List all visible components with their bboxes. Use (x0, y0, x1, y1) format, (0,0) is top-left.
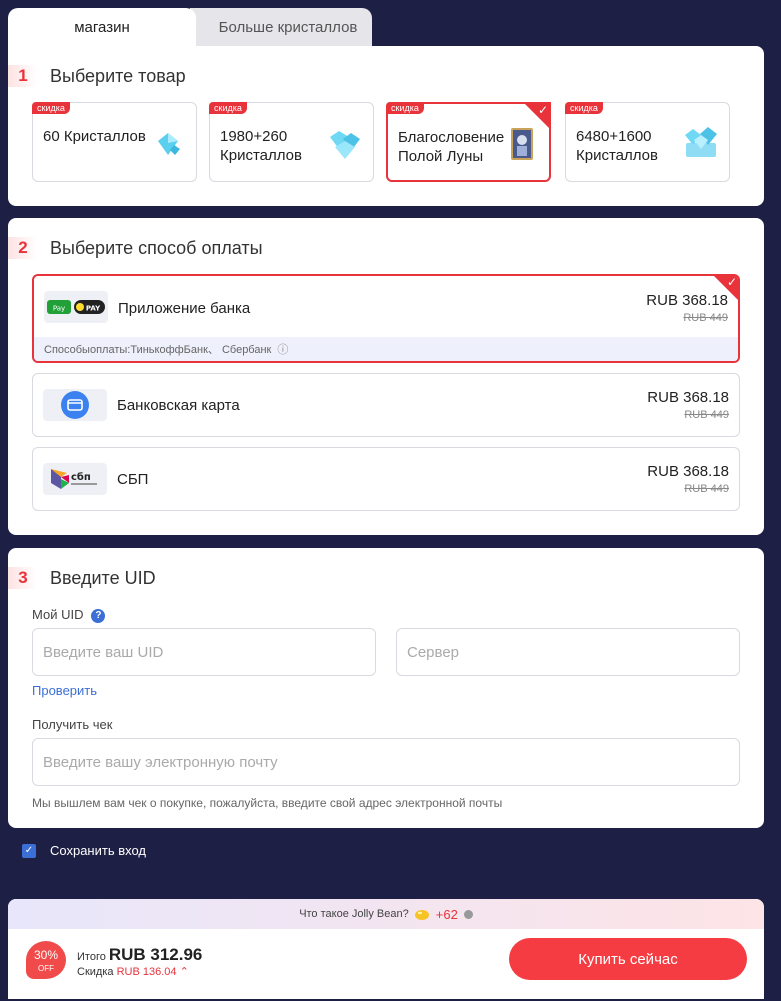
moon-blessing-card-icon (511, 128, 533, 160)
section-title: Выберите товар (50, 65, 186, 86)
svg-text:Pay: Pay (53, 305, 65, 313)
email-input[interactable]: Введите вашу электронную почту (32, 738, 740, 786)
receipt-label: Получить чек (32, 717, 113, 732)
buy-now-button[interactable]: Купить сейчас (509, 938, 747, 980)
uid-input[interactable]: Введите ваш UID (32, 628, 376, 676)
payment-price: RUB 368.18 (647, 463, 729, 480)
product-name: Благословение Полой Луны (398, 129, 505, 165)
payment-section: 2 Выберите способ оплаты Pay PAY Приложе… (8, 218, 764, 535)
total-value: RUB 312.96 (108, 945, 203, 964)
discount-badge: скидка (386, 102, 424, 114)
section-title: Введите UID (50, 567, 156, 588)
remember-login[interactable]: ✓ Сохранить вход (22, 843, 146, 858)
payment-option-bank-app[interactable]: Pay PAY Приложение банка RUB 368.18 RUB … (32, 274, 740, 363)
section-header: 3 Введите UID (8, 567, 156, 589)
crystal-chest-icon (685, 127, 717, 157)
chevron-up-icon: ⌃ (179, 966, 189, 978)
crystal-pile-icon (330, 131, 360, 159)
discount-badge: скидка (32, 102, 70, 114)
remember-label: Сохранить вход (50, 843, 147, 858)
product-name: 6480+1600 Кристаллов (576, 128, 658, 164)
off-label: OFF (38, 964, 54, 973)
product-section: 1 Выберите товар скидка 60 Кристаллов ск… (8, 46, 764, 206)
payment-option-sbp[interactable]: сбп СБП RUB 368.18 RUB 449 (32, 447, 740, 511)
uid-label-text: Мой UID (32, 607, 84, 622)
bank-card-icon (43, 389, 107, 421)
svg-text:PAY: PAY (86, 305, 101, 313)
check-icon: ✓ (537, 103, 548, 117)
jolly-bean-amount: +62 (435, 906, 458, 922)
discount-percent-badge: 30% OFF (26, 941, 66, 979)
tab-store[interactable]: магазин (8, 8, 196, 46)
receipt-note: Мы вышлем вам чек о покупке, пожалуйста,… (32, 796, 503, 810)
discount-badge: скидка (209, 102, 247, 114)
payment-name: Приложение банка (118, 300, 251, 317)
payment-option-card[interactable]: Банковская карта RUB 368.18 RUB 449 (32, 373, 740, 437)
server-select[interactable]: Сервер (396, 628, 740, 676)
product-name: 60 Кристаллов (43, 128, 146, 145)
discount[interactable]: Скидка RUB 136.04 ⌃ (77, 965, 189, 978)
step-number: 1 (8, 65, 38, 87)
jolly-bean-icon (414, 910, 429, 920)
payment-price: RUB 368.18 (647, 389, 729, 406)
jolly-bean-text: Что такое Jolly Bean? (299, 908, 409, 920)
payment-name: Банковская карта (117, 397, 240, 414)
help-icon[interactable]: ? (91, 608, 106, 623)
tab-bar: Больше кристаллов магазин (8, 8, 372, 46)
step-number: 3 (8, 567, 38, 589)
product-card[interactable]: скидка 6480+1600 Кристаллов (565, 102, 730, 182)
checkout-bar: Что такое Jolly Bean? +62 30% OFF Итого R… (8, 899, 764, 999)
uid-placeholder: Введите ваш UID (43, 643, 164, 661)
product-card[interactable]: скидка 60 Кристаллов (32, 102, 197, 182)
payment-old-price: RUB 449 (684, 483, 729, 495)
payment-old-price: RUB 449 (683, 312, 728, 324)
discount-value: RUB 136.04 (116, 966, 177, 978)
product-name: 1980+260 Кристаллов (220, 128, 302, 164)
svg-text:сбп: сбп (71, 471, 91, 483)
tab-more-crystals[interactable]: Больше кристаллов (190, 8, 372, 46)
step-number: 2 (8, 237, 38, 259)
check-icon: ✓ (726, 275, 737, 289)
section-header: 2 Выберите способ оплаты (8, 237, 263, 259)
email-placeholder: Введите вашу электронную почту (43, 753, 278, 771)
tab-store-label: магазин (74, 18, 130, 36)
off-percent: 30% (33, 948, 59, 962)
sbp-logo-icon: сбп (43, 463, 107, 495)
discount-badge: скидка (565, 102, 603, 114)
product-card-selected[interactable]: скидка Благословение Полой Луны ✓ (386, 102, 551, 182)
total: Итого RUB 312.96 (77, 945, 202, 965)
info-icon[interactable] (463, 909, 473, 919)
jolly-bean-info[interactable]: Что такое Jolly Bean? +62 (8, 899, 764, 929)
bank-app-logo-icon: Pay PAY (44, 291, 108, 323)
payment-note-text: Способыоплаты:ТинькоффБанк、 Сбербанк (44, 344, 272, 356)
section-title: Выберите способ оплаты (50, 237, 263, 258)
server-placeholder: Сервер (407, 643, 460, 661)
payment-old-price: RUB 449 (684, 409, 729, 421)
payment-note: Способыоплаты:ТинькоффБанк、 Сбербанк ⓘ (34, 337, 738, 361)
uid-label: Мой UID? (32, 607, 106, 623)
section-header: 1 Выберите товар (8, 65, 186, 87)
total-label: Итого (77, 951, 106, 963)
info-icon[interactable]: ⓘ (277, 341, 288, 357)
tab-more-label: Больше кристаллов (218, 18, 358, 36)
discount-label: Скидка (77, 966, 114, 978)
verify-link[interactable]: Проверить (32, 683, 97, 698)
uid-section: 3 Введите UID Мой UID? Введите ваш UID С… (8, 548, 764, 828)
crystal-icon (158, 133, 180, 155)
checkbox-checked-icon[interactable]: ✓ (22, 843, 36, 858)
payment-name: СБП (117, 471, 149, 488)
product-card[interactable]: скидка 1980+260 Кристаллов (209, 102, 374, 182)
